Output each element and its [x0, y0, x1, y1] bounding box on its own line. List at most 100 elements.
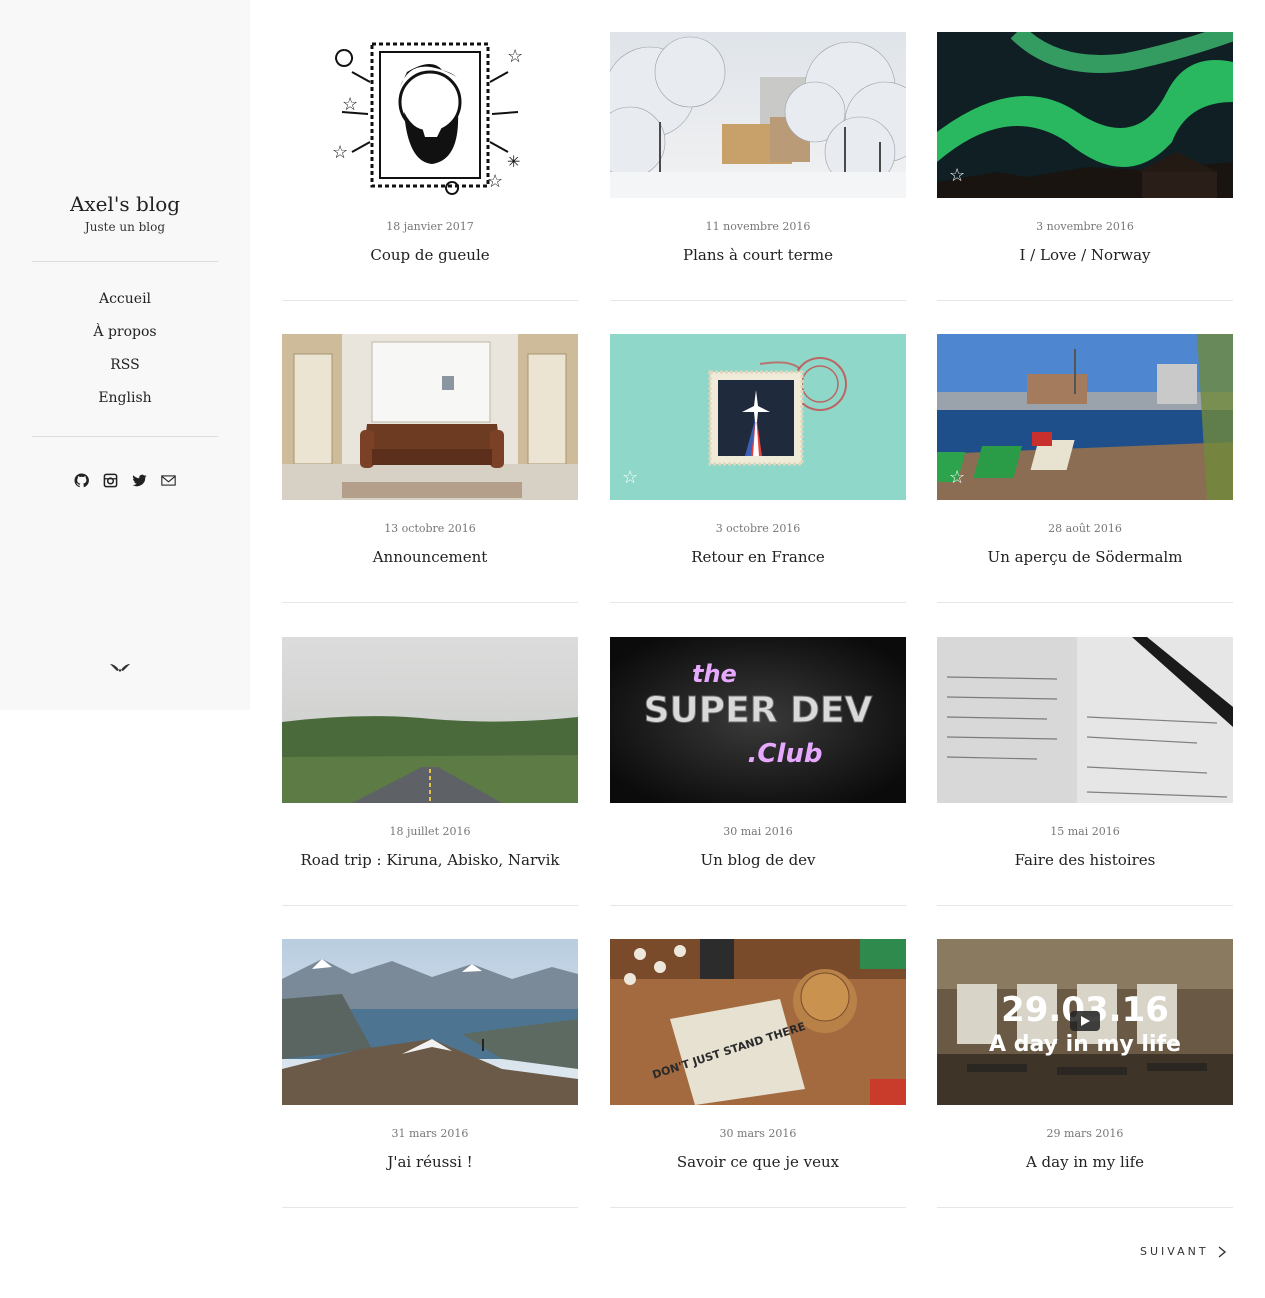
image-text: .Club — [748, 739, 823, 769]
sidebar: Axel's blog Juste un blog Accueil À prop… — [0, 0, 250, 710]
featured-star-icon: ☆ — [949, 165, 966, 186]
post-card[interactable]: ☆ 3 octobre 2016 Retour en France — [610, 334, 906, 604]
post-thumbnail[interactable] — [282, 334, 578, 500]
blog-subtitle: Juste un blog — [84, 220, 166, 234]
post-card[interactable]: ☆ 28 août 2016 Un aperçu de Södermalm — [937, 334, 1233, 604]
post-title[interactable]: Retour en France — [610, 548, 906, 566]
card-divider — [937, 1207, 1233, 1208]
post-card[interactable]: 31 mars 2016 J'ai réussi ! — [282, 939, 578, 1209]
svg-text:☆: ☆ — [507, 46, 523, 67]
aurora-borealis-image — [937, 32, 1233, 198]
chevron-right-icon — [1218, 1245, 1226, 1258]
svg-text:☆: ☆ — [342, 94, 358, 115]
post-title[interactable]: Savoir ce que je veux — [610, 1153, 906, 1171]
post-title[interactable]: Un blog de dev — [610, 851, 906, 869]
card-divider — [610, 602, 906, 603]
featured-star-icon: ☆ — [622, 467, 639, 488]
github-icon[interactable] — [74, 472, 90, 488]
wings-logo-icon[interactable] — [109, 662, 131, 674]
card-divider — [610, 1207, 906, 1208]
post-thumbnail[interactable]: the SUPER DEV .Club — [610, 637, 906, 803]
comic-bearded-man-image: ☆ ☆ ☆ ☆ ✳ — [282, 32, 578, 198]
post-date: 30 mars 2016 — [719, 1127, 797, 1140]
sidebar-divider — [32, 261, 218, 262]
post-card[interactable]: ☆ ☆ ☆ ☆ ✳ 18 janvier 2017 Coup de gueule — [282, 32, 578, 302]
post-card[interactable]: 29.03.16 A day in my life 29 mars 2016 A… — [937, 939, 1233, 1209]
post-card[interactable]: 11 novembre 2016 Plans à court terme — [610, 32, 906, 302]
post-date: 13 octobre 2016 — [384, 522, 476, 535]
post-thumbnail[interactable]: ☆ ☆ ☆ ☆ ✳ — [282, 32, 578, 198]
post-thumbnail[interactable] — [937, 637, 1233, 803]
post-date: 18 juillet 2016 — [389, 825, 471, 838]
card-divider — [282, 602, 578, 603]
super-dev-club-neon-image: the SUPER DEV .Club — [610, 637, 906, 803]
post-thumbnail[interactable] — [282, 637, 578, 803]
post-card[interactable]: ☆ 3 novembre 2016 I / Love / Norway — [937, 32, 1233, 302]
post-date: 28 août 2016 — [1048, 522, 1122, 535]
card-divider — [282, 300, 578, 301]
card-divider — [610, 905, 906, 906]
post-title[interactable]: A day in my life — [937, 1153, 1233, 1171]
nav-link-rss[interactable]: RSS — [0, 355, 250, 388]
sidebar-divider — [32, 436, 218, 437]
nav-link-a-propos[interactable]: À propos — [0, 322, 250, 355]
snowy-trees-image — [610, 32, 906, 198]
instagram-icon[interactable] — [103, 472, 119, 488]
post-card[interactable]: DON'T JUST STAND THERE 30 mars 2016 Savo… — [610, 939, 906, 1209]
twitter-icon[interactable] — [132, 472, 148, 488]
post-title[interactable]: Coup de gueule — [282, 246, 578, 264]
post-title[interactable]: I / Love / Norway — [937, 246, 1233, 264]
post-title[interactable]: Road trip : Kiruna, Abisko, Narvik — [282, 851, 578, 869]
post-thumbnail[interactable]: DON'T JUST STAND THERE — [610, 939, 906, 1105]
card-divider — [937, 300, 1233, 301]
next-page-link[interactable]: SUIVANT — [1140, 1245, 1227, 1258]
post-date: 18 janvier 2017 — [386, 220, 474, 233]
card-divider — [937, 602, 1233, 603]
post-title[interactable]: J'ai réussi ! — [282, 1153, 578, 1171]
post-date: 3 novembre 2016 — [1036, 220, 1134, 233]
sidebar-nav: Accueil À propos RSS English — [0, 289, 250, 421]
post-date: 3 octobre 2016 — [715, 522, 801, 535]
image-text: SUPER DEV — [644, 690, 873, 731]
harbor-deckchairs-image — [937, 334, 1233, 500]
svg-text:✳: ✳ — [507, 152, 520, 171]
post-title[interactable]: Faire des histoires — [937, 851, 1233, 869]
post-thumbnail[interactable]: ☆ — [937, 32, 1233, 198]
post-date: 30 mai 2016 — [723, 825, 793, 838]
social-links — [0, 472, 250, 488]
next-page-label: SUIVANT — [1140, 1245, 1209, 1258]
post-thumbnail[interactable]: ☆ — [610, 334, 906, 500]
svg-text:☆: ☆ — [487, 171, 503, 192]
post-card[interactable]: 18 juillet 2016 Road trip : Kiruna, Abis… — [282, 637, 578, 907]
card-divider — [610, 300, 906, 301]
image-text: A day in my life — [989, 1032, 1181, 1057]
blog-title[interactable]: Axel's blog — [0, 192, 250, 216]
post-title[interactable]: Un aperçu de Södermalm — [937, 548, 1233, 566]
office-video-image: 29.03.16 A day in my life — [937, 939, 1233, 1105]
post-thumbnail[interactable]: 29.03.16 A day in my life — [937, 939, 1233, 1105]
handwritten-notebook-image — [937, 637, 1233, 803]
mail-icon[interactable] — [161, 472, 177, 488]
post-thumbnail[interactable]: ☆ — [937, 334, 1233, 500]
post-title[interactable]: Announcement — [282, 548, 578, 566]
airplane-stamp-image — [610, 334, 906, 500]
post-date: 29 mars 2016 — [1046, 1127, 1124, 1140]
svg-text:☆: ☆ — [332, 142, 348, 163]
leather-sofa-room-image — [282, 334, 578, 500]
post-date: 11 novembre 2016 — [705, 220, 811, 233]
post-date: 15 mai 2016 — [1050, 825, 1120, 838]
nav-link-accueil[interactable]: Accueil — [0, 289, 250, 322]
mountain-lake-hiker-image — [282, 939, 578, 1105]
card-divider — [282, 1207, 578, 1208]
nav-link-english[interactable]: English — [0, 388, 250, 421]
desk-notebook-image: DON'T JUST STAND THERE — [610, 939, 906, 1105]
card-divider — [282, 905, 578, 906]
post-thumbnail[interactable] — [610, 32, 906, 198]
post-thumbnail[interactable] — [282, 939, 578, 1105]
post-card[interactable]: 15 mai 2016 Faire des histoires — [937, 637, 1233, 907]
post-card[interactable]: 13 octobre 2016 Announcement — [282, 334, 578, 604]
image-text: the — [692, 660, 737, 688]
post-card[interactable]: the SUPER DEV .Club 30 mai 2016 Un blog … — [610, 637, 906, 907]
post-title[interactable]: Plans à court terme — [610, 246, 906, 264]
featured-star-icon: ☆ — [949, 467, 966, 488]
